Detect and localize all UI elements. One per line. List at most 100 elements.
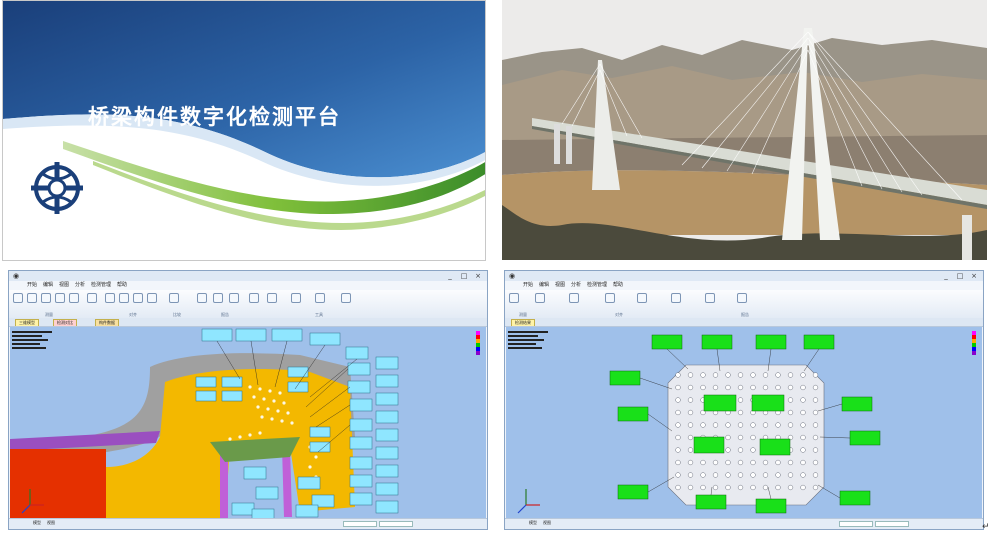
bolt-hole [800,384,806,391]
bolt-hole [812,409,819,416]
ribbon-tool-icon[interactable] [147,293,157,303]
bolt-hole [712,472,719,478]
bolt-hole [700,422,706,428]
menu-edit[interactable]: 编辑 [43,281,53,290]
status-tab-model[interactable]: 模型 [529,520,537,526]
ribbon-tool-icon[interactable] [291,293,301,303]
ribbon-tool-icon[interactable] [249,293,259,303]
ribbon-tool-icon[interactable] [267,293,277,303]
bolt-hole [675,422,681,428]
bolt-hole [775,484,781,491]
status-tab-view[interactable]: 视图 [47,520,55,526]
bolt-hole [700,459,706,466]
tab-component-data[interactable]: 构件数据 [95,319,119,326]
bolt-hole [687,472,694,478]
status-field[interactable] [875,521,909,527]
bolt-hole [812,447,819,453]
document-tabs: 三维模型 检测对比 构件数据 [9,318,487,327]
ribbon-tool-icon[interactable] [55,293,65,303]
maximize-button[interactable]: □ [955,272,965,280]
app-icon[interactable]: ◉ [507,272,517,280]
ribbon-tool-icon[interactable] [737,293,747,303]
ribbon-tool-icon[interactable] [213,293,223,303]
bolt-hole [762,422,769,428]
menu-inspection[interactable]: 检测管理 [587,281,607,290]
bolt-hole [812,422,819,428]
bolt-hole [762,472,769,478]
status-field[interactable] [839,521,873,527]
inspection-app-window-right: ◉ _ □ × 开始 编辑 视图 分析 检测管理 帮助 测量 对齐 报告 检测结… [504,270,984,530]
menu-start[interactable]: 开始 [27,281,37,290]
maximize-button[interactable]: □ [459,272,469,280]
bolt-hole [800,397,806,403]
minimize-button[interactable]: _ [941,272,951,280]
bolt-hole [687,447,694,453]
bolt-hole [737,459,744,466]
ribbon-tool-icon[interactable] [119,293,129,303]
menu-help[interactable]: 帮助 [613,281,623,290]
bolt-hole [762,484,769,491]
ribbon-tool-icon[interactable] [133,293,143,303]
menu-start[interactable]: 开始 [523,281,533,290]
3d-viewport[interactable] [10,327,486,519]
menu-help[interactable]: 帮助 [117,281,127,290]
bolt-hole [687,409,694,416]
ribbon-tool-icon[interactable] [341,293,351,303]
tab-compare[interactable]: 检测对比 [53,319,77,326]
status-field[interactable] [379,521,413,527]
bolt-hole [750,472,756,478]
bolt-hole [725,422,731,428]
menu-inspection[interactable]: 检测管理 [91,281,111,290]
ribbon-tool-icon[interactable] [13,293,23,303]
menu-analysis[interactable]: 分析 [571,281,581,290]
menu-view[interactable]: 视图 [59,281,69,290]
ribbon-tool-icon[interactable] [197,293,207,303]
bolt-hole [700,372,706,378]
ribbon-tool-icon[interactable] [705,293,715,303]
bolt-hole [737,397,744,403]
bolt-hole [812,434,819,441]
ribbon-tool-icon[interactable] [229,293,239,303]
status-tab-model[interactable]: 模型 [33,520,41,526]
minimize-button[interactable]: _ [445,272,455,280]
ribbon-tool-icon[interactable] [315,293,325,303]
3d-viewport[interactable] [506,327,982,519]
bolt-hole [812,384,819,391]
menu-analysis[interactable]: 分析 [75,281,85,290]
bolt-hole [800,434,806,441]
bolt-hole [737,384,744,391]
bolt-hole [812,472,819,478]
close-button[interactable]: × [473,272,483,280]
bolt-hole [787,472,794,478]
ribbon-tool-icon[interactable] [569,293,579,303]
app-icon[interactable]: ◉ [11,272,21,280]
status-tab-view[interactable]: 视图 [543,520,551,526]
close-button[interactable]: × [969,272,979,280]
title-slide: 桥梁构件数字化检测平台 [2,0,486,261]
ribbon-tool-icon[interactable] [169,293,179,303]
menu-view[interactable]: 视图 [555,281,565,290]
tab-model[interactable]: 三维模型 [15,319,39,326]
ribbon-tool-icon[interactable] [671,293,681,303]
ribbon-tool-icon[interactable] [509,293,519,303]
status-field[interactable] [343,521,377,527]
menu-edit[interactable]: 编辑 [539,281,549,290]
bolt-hole [750,372,756,378]
bolt-hole [787,484,794,491]
ribbon-tool-icon[interactable] [637,293,647,303]
bolt-hole [687,434,694,441]
ribbon-tool-icon[interactable] [605,293,615,303]
ribbon-tool-icon[interactable] [69,293,79,303]
bolt-hole [737,447,744,453]
ribbon-tool-icon[interactable] [535,293,545,303]
ribbon-tool-icon[interactable] [41,293,51,303]
bolt-hole [687,372,694,378]
tab-inspection-result[interactable]: 检测结果 [511,319,535,326]
bolt-hole [787,459,794,466]
ribbon-tool-icon[interactable] [105,293,115,303]
bolt-hole [762,384,769,391]
ribbon-tool-icon[interactable] [87,293,97,303]
bolt-hole [675,459,681,466]
ribbon-tool-icon[interactable] [27,293,37,303]
bolt-hole [750,434,756,441]
